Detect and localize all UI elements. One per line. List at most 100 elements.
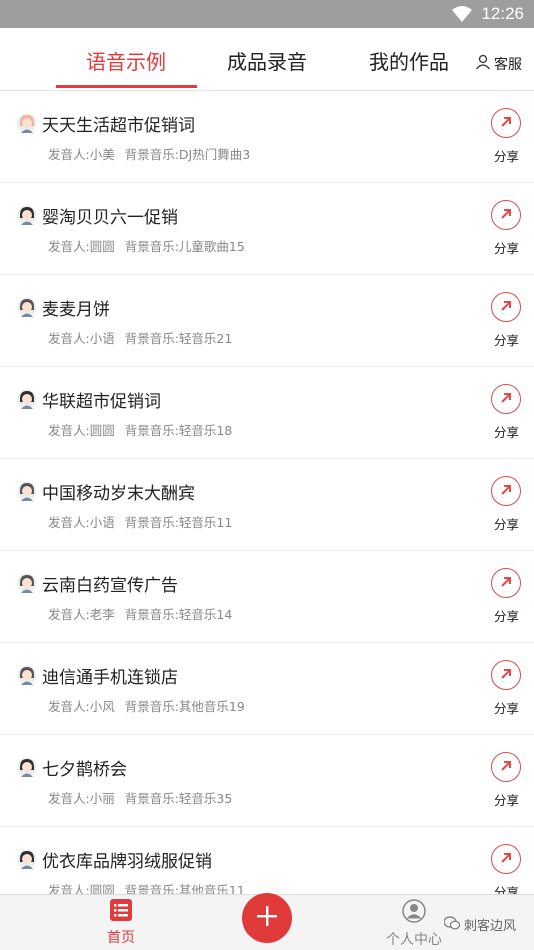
top-tab-bar: 语音示例 成品录音 我的作品 客服 [0,28,534,91]
status-time: 12:26 [481,4,524,23]
share-label: 分享 [494,701,520,716]
share-arrow-icon [499,298,513,317]
list-item[interactable]: 云南白药宣传广告发音人:老李 背景音乐:轻音乐14 分享 [0,551,534,643]
speaker-label: 发音人:小语 [48,331,115,346]
share-button[interactable] [491,660,521,690]
list-icon [110,899,132,925]
item-meta: 发音人:圆圆 背景音乐:轻音乐18 [48,420,232,439]
item-title: 婴淘贝贝六一促销 [42,208,178,228]
speaker-avatar-icon [17,297,37,317]
share-label: 分享 [494,425,520,440]
share-button[interactable] [491,200,521,230]
item-meta: 发音人:小语 背景音乐:轻音乐21 [48,328,232,347]
share-label: 分享 [494,793,520,808]
item-title: 迪信通手机连锁店 [42,668,178,688]
speaker-label: 发音人:小语 [48,515,115,530]
item-title: 天天生活超市促销词 [42,116,195,136]
active-tab-indicator [56,85,197,88]
share-button[interactable] [491,108,521,138]
speaker-avatar-icon [17,573,37,593]
music-label: 背景音乐:其他音乐19 [124,699,245,714]
watermark: 刺客边风 [443,915,517,934]
music-label: 背景音乐:轻音乐14 [124,607,233,622]
item-meta: 发音人:小丽 背景音乐:轻音乐35 [48,788,232,807]
user-circle-icon [402,899,426,927]
speaker-label: 发音人:老李 [48,607,115,622]
item-meta: 发音人:小语 背景音乐:轻音乐11 [48,512,232,531]
person-icon [475,54,491,74]
item-title: 优衣库品牌羽绒服促销 [42,852,212,872]
speaker-avatar-icon [17,849,37,869]
item-title: 华联超市促销词 [42,392,161,412]
status-bar: 12:26 [0,0,534,28]
music-label: 背景音乐:轻音乐18 [124,423,233,438]
share-button[interactable] [491,568,521,598]
share-arrow-icon [499,850,513,869]
customer-service-label: 客服 [494,57,522,73]
item-meta: 发音人:老李 背景音乐:轻音乐14 [48,604,232,623]
music-label: 背景音乐:DJ热门舞曲3 [124,147,251,162]
item-meta: 发音人:小风 背景音乐:其他音乐19 [48,696,245,715]
list-item[interactable]: 七夕鹊桥会发音人:小丽 背景音乐:轻音乐35 分享 [0,735,534,827]
plus-icon [256,905,278,931]
wechat-icon [443,915,461,934]
item-meta: 发音人:小美 背景音乐:DJ热门舞曲3 [48,144,250,163]
tab-my-works[interactable]: 我的作品 [369,46,449,75]
tab-voice-examples[interactable]: 语音示例 [86,46,166,75]
watermark-text: 刺客边风 [464,919,517,934]
share-arrow-icon [499,482,513,501]
speaker-avatar-icon [17,757,37,777]
speaker-label: 发音人:小美 [48,147,115,162]
item-meta: 发音人:圆圆 背景音乐:儿童歌曲15 [48,236,245,255]
share-button[interactable] [491,752,521,782]
item-title: 麦麦月饼 [42,300,110,320]
speaker-label: 发音人:圆圆 [48,423,115,438]
speaker-avatar-icon [17,665,37,685]
music-label: 背景音乐:儿童歌曲15 [124,239,245,254]
share-arrow-icon [499,390,513,409]
customer-service-button[interactable]: 客服 [475,54,522,74]
music-label: 背景音乐:轻音乐21 [124,331,233,346]
speaker-avatar-icon [17,481,37,501]
share-arrow-icon [499,666,513,685]
item-title: 中国移动岁末大酬宾 [42,484,195,504]
speaker-label: 发音人:圆圆 [48,239,115,254]
tab-finished-recordings[interactable]: 成品录音 [227,46,307,75]
share-button[interactable] [491,844,521,874]
share-arrow-icon [499,574,513,593]
list-item[interactable]: 麦麦月饼发音人:小语 背景音乐:轻音乐21 分享 [0,275,534,367]
list-item[interactable]: 迪信通手机连锁店发音人:小风 背景音乐:其他音乐19 分享 [0,643,534,735]
share-label: 分享 [494,609,520,624]
nav-home[interactable]: 首页 [100,899,142,947]
speaker-avatar-icon [17,113,37,133]
share-button[interactable] [491,476,521,506]
add-button[interactable] [242,893,292,943]
list-item[interactable]: 天天生活超市促销词发音人:小美 背景音乐:DJ热门舞曲3 分享 [0,91,534,183]
list-item[interactable]: 中国移动岁末大酬宾发音人:小语 背景音乐:轻音乐11 分享 [0,459,534,551]
share-arrow-icon [499,206,513,225]
item-title: 七夕鹊桥会 [42,760,127,780]
music-label: 背景音乐:轻音乐35 [124,791,233,806]
speaker-avatar-icon [17,389,37,409]
item-title: 云南白药宣传广告 [42,576,178,596]
nav-home-label: 首页 [107,930,135,946]
wifi-icon [452,6,472,26]
music-label: 背景音乐:轻音乐11 [124,515,233,530]
share-button[interactable] [491,384,521,414]
speaker-label: 发音人:小丽 [48,791,115,806]
share-button[interactable] [491,292,521,322]
share-label: 分享 [494,149,520,164]
share-label: 分享 [494,517,520,532]
bottom-nav: 首页 个人中心 刺客边风 [0,893,534,950]
nav-personal-center[interactable]: 个人中心 [382,899,446,949]
speaker-label: 发音人:小风 [48,699,115,714]
share-arrow-icon [499,758,513,777]
share-arrow-icon [499,114,513,133]
list-item[interactable]: 华联超市促销词发音人:圆圆 背景音乐:轻音乐18 分享 [0,367,534,459]
nav-personal-center-label: 个人中心 [386,932,442,948]
example-list: 天天生活超市促销词 发音人:小美 背景音乐:DJ热门舞曲3 分享 婴淘贝贝六一促销 发音人… [0,91,534,919]
list-item[interactable]: 婴淘贝贝六一促销发音人:圆圆 背景音乐:儿童歌曲15 分享 [0,183,534,275]
speaker-avatar-icon [17,205,37,225]
share-label: 分享 [494,333,520,348]
share-label: 分享 [494,241,520,256]
